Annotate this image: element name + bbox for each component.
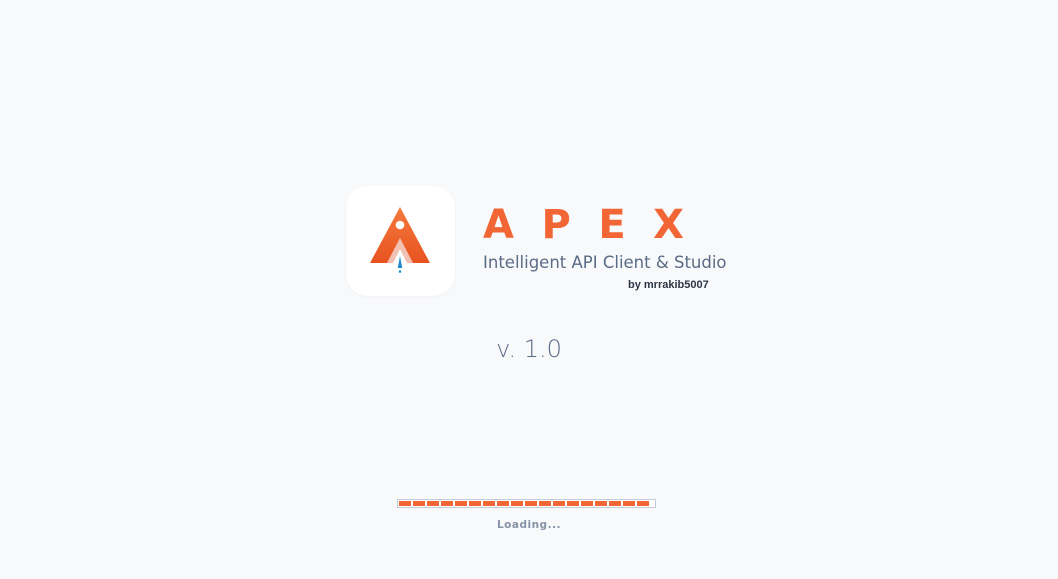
app-title-text: APEX bbox=[483, 202, 712, 246]
app-subtitle: Intelligent API Client & Studio bbox=[483, 253, 727, 272]
version-label: v. 1.0 bbox=[496, 335, 562, 363]
app-title-wordmark: APEX bbox=[483, 202, 712, 246]
app-logo bbox=[346, 186, 455, 296]
loading-label: Loading... bbox=[496, 519, 562, 531]
loading-progress-bar bbox=[397, 499, 656, 508]
splash-screen: APEX Intelligent API Client & Studio by … bbox=[0, 0, 1058, 579]
author-credit: by mrrakib5007 bbox=[628, 279, 709, 291]
apex-rocket-logo-icon bbox=[370, 207, 430, 273]
loading-progress-fill bbox=[399, 501, 649, 506]
